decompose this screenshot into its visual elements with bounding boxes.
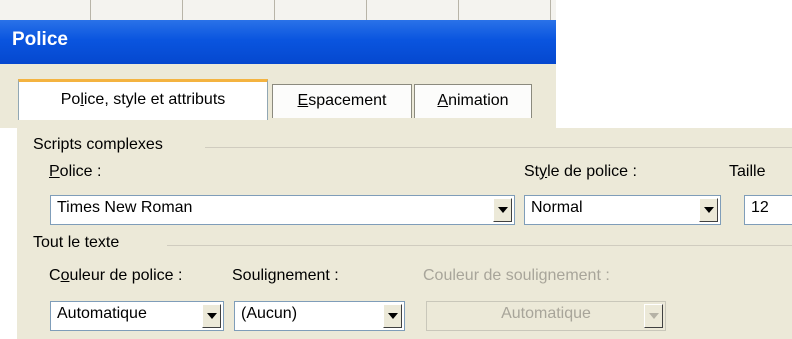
tab-accelerator: E [297,92,309,109]
tab-label: spacement [308,92,387,109]
dialog-title: Police [12,29,68,50]
spreadsheet-header-strip [0,0,556,21]
tab-label: ice, style et attributs [83,91,226,108]
underline-color-combo: Automatique [426,301,666,331]
section-heading-all-text: Tout le texte [33,234,120,251]
font-color-combo-value: Automatique [57,305,147,322]
underline-combo[interactable]: (Aucun) [234,301,405,331]
font-label: Police : [49,163,102,180]
chevron-down-icon[interactable] [699,198,718,222]
grid-line [366,0,367,20]
grid-line [458,0,459,20]
chevron-down-icon[interactable] [383,304,402,328]
size-combo-value: 12 [751,199,769,216]
section-divider [167,245,792,246]
font-combo[interactable]: Times New Roman [50,195,515,225]
grid-line [274,0,275,20]
tab-label: Po [60,91,81,108]
font-combo-value: Times New Roman [57,199,193,216]
chevron-down-icon [644,304,663,328]
grid-line [90,0,91,20]
underline-color-combo-value: Automatique [501,305,591,322]
tab-animation[interactable]: Animation [414,84,532,118]
grid-line [550,0,551,20]
style-combo-value: Normal [531,199,583,216]
tab-accelerator: A [437,92,449,109]
size-combo[interactable]: 12 [744,195,792,225]
size-label: Taille [729,163,766,180]
style-label: Style de police : [524,163,637,180]
tab-espacement[interactable]: Espacement [272,84,412,118]
section-heading-scripts: Scripts complexes [33,136,163,153]
tab-police-style-attributs[interactable]: Police, style et attributs [18,79,268,120]
underline-color-label: Couleur de soulignement : [423,267,610,284]
section-divider [205,147,792,148]
tab-label: nimation [448,92,509,109]
chevron-down-icon[interactable] [202,304,221,328]
font-color-label: Couleur de police : [49,267,183,284]
font-color-combo[interactable]: Automatique [50,301,224,331]
dialog-title-bar[interactable]: Police [0,20,556,64]
chevron-down-icon[interactable] [493,198,512,222]
tab-panel: Scripts complexes Police : Times New Rom… [17,128,792,339]
tab-strip: Police, style et attributs Espacement An… [0,64,556,128]
grid-line [182,0,183,20]
underline-label: Soulignement : [232,267,339,284]
style-combo[interactable]: Normal [524,195,721,225]
underline-combo-value: (Aucun) [241,305,298,322]
